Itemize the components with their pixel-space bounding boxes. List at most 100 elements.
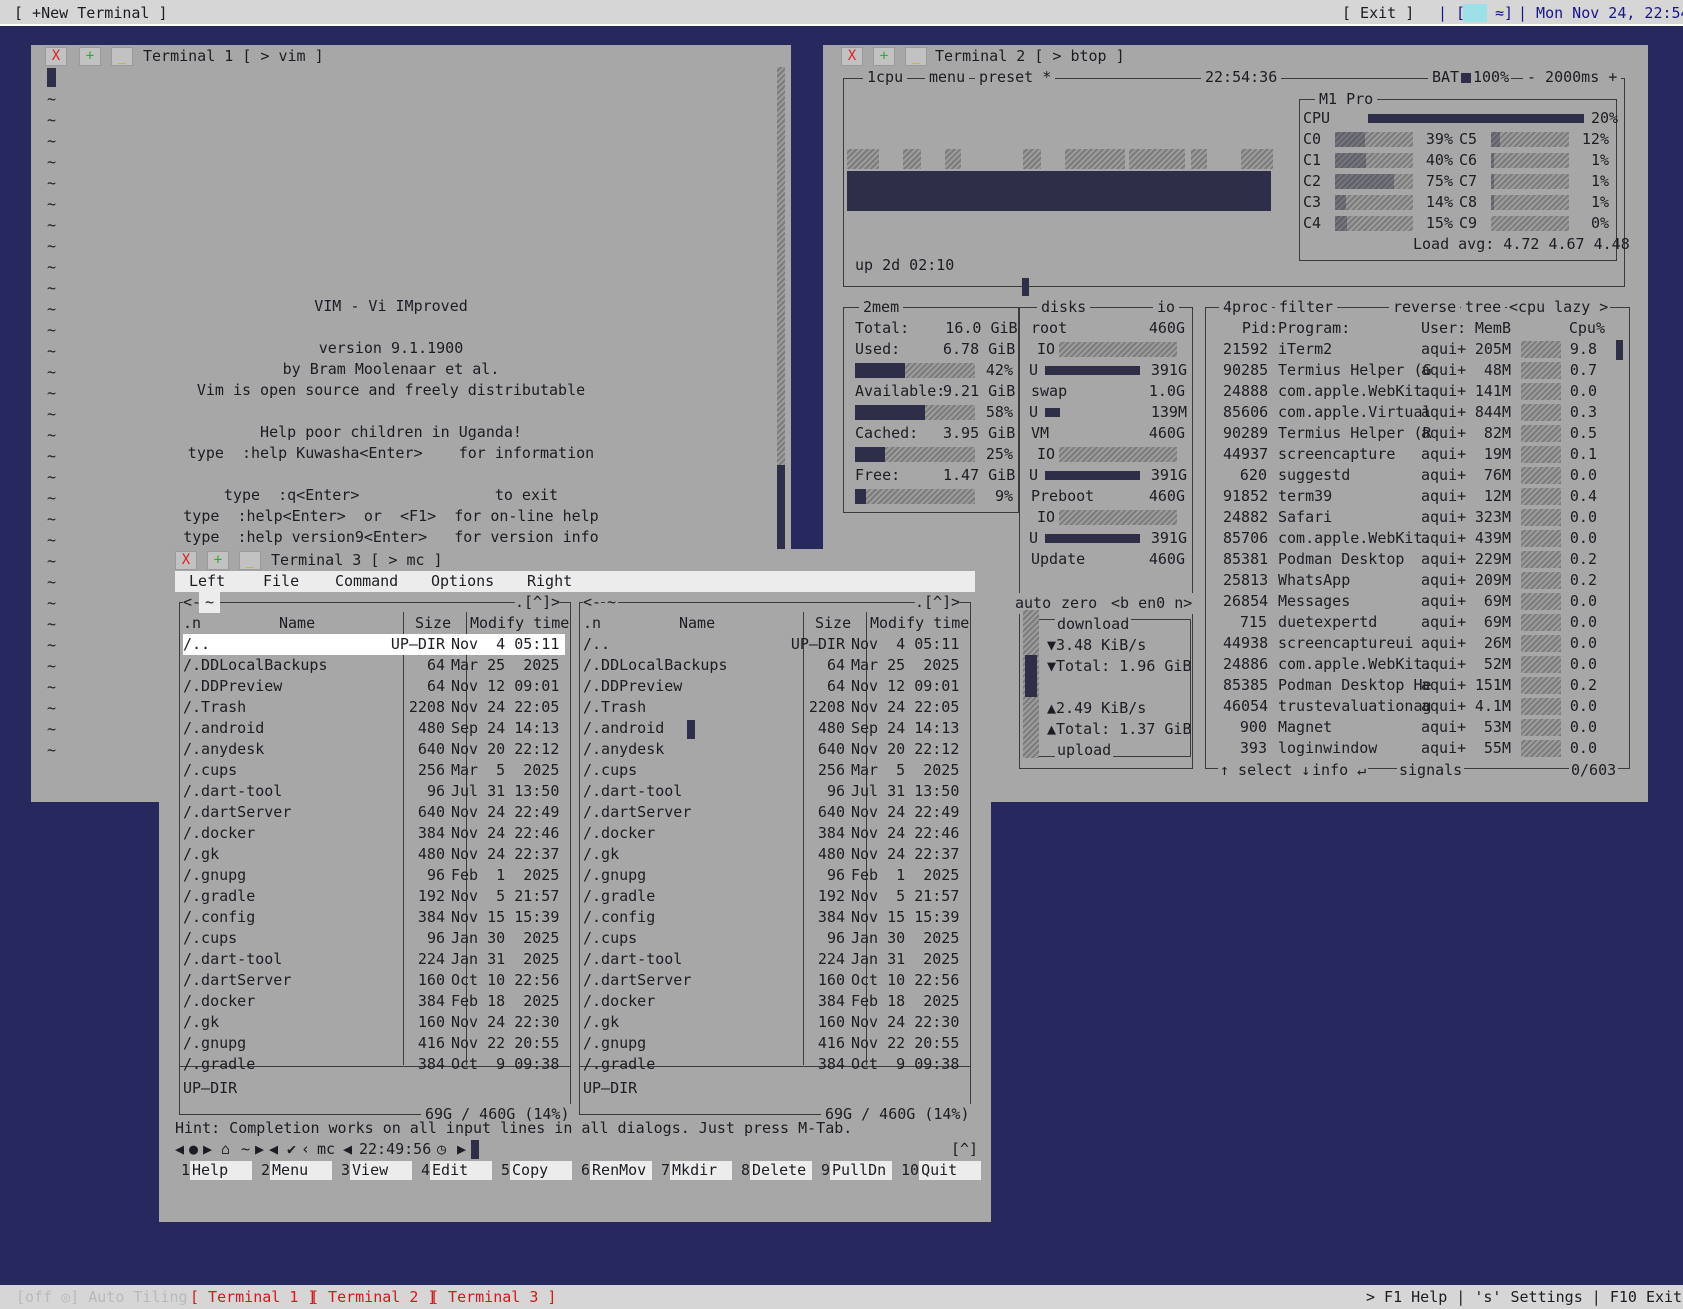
left-file-row[interactable]: /.android 480 Sep 24 14:13 [183,718,565,739]
vim-scrollbar-thumb[interactable] [777,465,785,552]
fkey-view[interactable]: 3 View [341,1160,413,1181]
close-button[interactable]: X [841,47,863,66]
fkey-pulldn[interactable]: 9 PullDn [821,1160,893,1181]
proc-header-cpu[interactable]: Cpu% [1565,318,1605,339]
proc-tab[interactable]: 4proc [1219,297,1273,318]
left-file-row[interactable]: /.gradle 384 Oct 9 09:38 [183,1054,565,1075]
minimize-button[interactable]: _ [111,47,133,66]
proc-scroll-thumb[interactable] [1616,340,1623,360]
proc-footer-select[interactable]: ↑ select ↓ [1218,760,1313,781]
process-row[interactable]: 85385 Podman Desktop He aqui+ 151M 0.2 [1213,675,1615,696]
disks-tab[interactable]: disks [1037,297,1091,318]
cpu-tab[interactable]: 1cpu [863,67,908,88]
right-file-row[interactable]: /.DDLocalBackups 64 Mar 25 2025 [583,655,965,676]
process-row[interactable]: 85606 com.apple.Virtual aqui+ 844M 0.3 [1213,402,1615,423]
left-file-row[interactable]: /.DDPreview 64 Nov 12 09:01 [183,676,565,697]
proc-footer-signals[interactable]: signals [1397,760,1465,781]
fkey-mkdir[interactable]: 7 Mkdir [661,1160,733,1181]
menu-right[interactable]: Right [527,571,572,592]
right-file-row[interactable]: /.gk 480 Nov 24 22:37 [583,844,965,865]
minimize-button[interactable]: _ [239,551,261,570]
left-header-n[interactable]: .n [183,613,201,634]
fkey-delete[interactable]: 8 Delete [741,1160,813,1181]
process-row[interactable]: 393 loginwindow aqui+ 55M 0.0 [1213,738,1615,759]
right-file-row[interactable]: /.dart-tool 224 Jan 31 2025 [583,949,965,970]
menu-left[interactable]: Left [189,571,225,592]
proc-header-mem[interactable]: MemB [1469,318,1511,339]
right-file-row[interactable]: /.docker 384 Feb 18 2025 [583,991,965,1012]
process-row[interactable]: 21592 iTerm2 aqui+ 205M 9.8 [1213,339,1615,360]
maximize-button[interactable]: + [79,47,101,66]
net-zero[interactable]: zero [1059,593,1100,614]
menu-file[interactable]: File [263,571,299,592]
auto-tiling-toggle[interactable]: [off ◎] Auto Tiling [16,1287,188,1307]
left-file-row[interactable]: /.config 384 Nov 15 15:39 [183,907,565,928]
proc-header-program[interactable]: Program: [1278,318,1350,339]
process-row[interactable]: 44937 screencapture aqui+ 19M 0.1 [1213,444,1615,465]
process-row[interactable]: 85381 Podman Desktop aqui+ 229M 0.2 [1213,549,1615,570]
proc-tree[interactable]: tree [1461,297,1506,318]
right-file-row[interactable]: /.gradle 192 Nov 5 21:57 [583,886,965,907]
left-file-row[interactable]: /.. UP—DIR Nov 4 05:11 [183,634,565,655]
right-file-row[interactable]: /.dart-tool 96 Jul 31 13:50 [583,781,965,802]
taskbar-terminal-1[interactable]: [ Terminal 1 ] [190,1287,316,1307]
taskbar-terminal-3[interactable]: [ Terminal 3 ] [430,1287,556,1307]
process-row[interactable]: 715 duetexpertd aqui+ 69M 0.0 [1213,612,1615,633]
terminal-3-window[interactable]: X + _ Terminal 3 [ > mc ] Left File Comm… [159,549,991,1222]
process-row[interactable]: 46054 trustevaluationag aqui+ 4.1M 0.0 [1213,696,1615,717]
terminal-1-titlebar[interactable]: X + _ Terminal 1 [ > vim ] [31,45,791,67]
left-file-row[interactable]: /.dartServer 640 Nov 24 22:49 [183,802,565,823]
interval-control[interactable]: - 2000ms + [1523,67,1622,88]
right-file-row[interactable]: /.. UP—DIR Nov 4 05:11 [583,634,965,655]
right-file-row[interactable]: /.gradle 384 Oct 9 09:38 [583,1054,965,1075]
left-header-size[interactable]: Size [415,613,451,634]
process-row[interactable]: 25813 WhatsApp aqui+ 209M 0.2 [1213,570,1615,591]
terminal-3-titlebar[interactable]: X + _ Terminal 3 [ > mc ] [159,549,991,571]
preset-tab[interactable]: preset * [975,67,1056,88]
terminal-2-titlebar[interactable]: X + _ Terminal 2 [ > btop ] [823,45,1648,67]
proc-header-user[interactable]: User: [1421,318,1466,339]
close-button[interactable]: X [175,551,197,570]
left-header-modify[interactable]: Modify time [470,613,569,634]
left-file-row[interactable]: /.anydesk 640 Nov 20 22:12 [183,739,565,760]
proc-reverse[interactable]: reverse [1389,297,1461,318]
process-row[interactable]: 90285 Termius Helper (G aqui+ 48M 0.7 [1213,360,1615,381]
right-file-row[interactable]: /.cups 256 Mar 5 2025 [583,760,965,781]
process-row[interactable]: 85706 com.apple.WebKit. aqui+ 439M 0.0 [1213,528,1615,549]
left-file-row[interactable]: /.dart-tool 224 Jan 31 2025 [183,949,565,970]
right-panel-path[interactable]: ~ [605,592,619,613]
proc-header-pid[interactable]: Pid: [1232,318,1278,339]
right-file-row[interactable]: /.gk 160 Nov 24 22:30 [583,1012,965,1033]
mem-tab[interactable]: 2mem [859,297,904,318]
process-row[interactable]: 900 Magnet aqui+ 53M 0.0 [1213,717,1615,738]
right-file-row[interactable]: /.android 480 Sep 24 14:13 [583,718,965,739]
right-file-row[interactable]: /.Trash 2208 Nov 24 22:05 [583,697,965,718]
taskbar-terminal-2[interactable]: [ Terminal 2 ] [310,1287,436,1307]
maximize-button[interactable]: + [207,551,229,570]
process-row[interactable]: 26854 Messages aqui+ 69M 0.0 [1213,591,1615,612]
left-file-row[interactable]: /.gk 160 Nov 24 22:30 [183,1012,565,1033]
left-file-row[interactable]: /.DDLocalBackups 64 Mar 25 2025 [183,655,565,676]
left-file-row[interactable]: /.docker 384 Feb 18 2025 [183,991,565,1012]
right-file-row[interactable]: /.anydesk 640 Nov 20 22:12 [583,739,965,760]
process-row[interactable]: 91852 term39 aqui+ 12M 0.4 [1213,486,1615,507]
minimize-button[interactable]: _ [905,47,927,66]
menu-command[interactable]: Command [335,571,398,592]
left-file-row[interactable]: /.gradle 192 Nov 5 21:57 [183,886,565,907]
left-file-row[interactable]: /.docker 384 Nov 24 22:46 [183,823,565,844]
right-panel-corner[interactable]: .[^]> [915,592,961,613]
left-file-row[interactable]: /.Trash 2208 Nov 24 22:05 [183,697,565,718]
io-tab[interactable]: io [1153,297,1180,318]
fkey-copy[interactable]: 5 Copy [501,1160,573,1181]
right-file-row[interactable]: /.dartServer 640 Nov 24 22:49 [583,802,965,823]
net-interface[interactable]: <b en0 n> [1109,593,1195,614]
close-button[interactable]: X [45,47,67,66]
proc-filter[interactable]: filter [1275,297,1338,318]
menu-options[interactable]: Options [431,571,494,592]
new-terminal-button[interactable]: [ +New Terminal ] [14,3,168,23]
right-header-name[interactable]: Name [679,613,715,634]
proc-footer-info[interactable]: info ↵ [1310,760,1369,781]
process-row[interactable]: 44938 screencaptureui aqui+ 26M 0.0 [1213,633,1615,654]
fkey-help[interactable]: 1 Help [181,1160,253,1181]
fkey-edit[interactable]: 4 Edit [421,1160,493,1181]
